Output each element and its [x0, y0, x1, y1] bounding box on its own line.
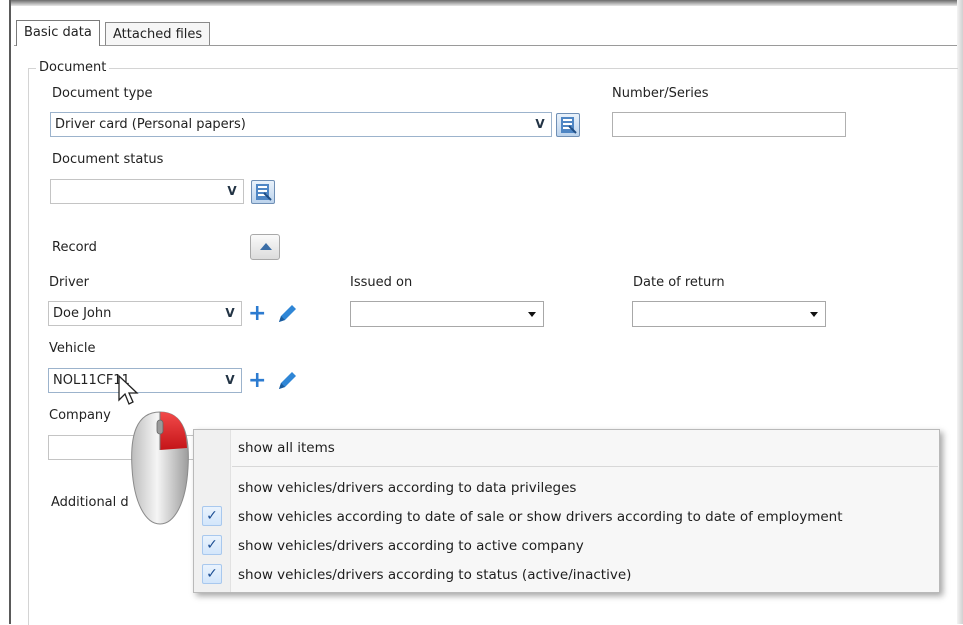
date-of-return-combo[interactable]: [632, 301, 826, 327]
number-series-label: Number/Series: [612, 86, 709, 101]
company-label: Company: [49, 408, 111, 423]
document-type-value: Driver card (Personal papers): [55, 117, 246, 132]
check-icon: ✓: [202, 564, 222, 584]
document-type-book-icon[interactable]: [556, 113, 580, 137]
vehicle-dropdown-button[interactable]: V: [221, 371, 239, 390]
document-status-dropdown-button[interactable]: V: [223, 182, 241, 201]
driver-combo[interactable]: Doe John V: [48, 301, 242, 326]
menu-item-data-privileges[interactable]: show vehicles/drivers according to data …: [238, 480, 576, 496]
record-label: Record: [52, 240, 97, 255]
document-status-combo[interactable]: V: [50, 179, 244, 204]
issued-on-dropdown-arrow-icon[interactable]: [528, 312, 536, 317]
window-left-border: [9, 0, 11, 624]
date-of-return-label: Date of return: [633, 275, 725, 290]
window-top-border: [9, 0, 963, 6]
menu-item-status-active-inactive[interactable]: show vehicles/drivers according to statu…: [238, 567, 631, 583]
additional-data-label: Additional d: [51, 495, 129, 510]
tab-attached-files[interactable]: Attached files: [105, 22, 211, 46]
record-collapse-button[interactable]: [250, 234, 280, 260]
driver-add-icon[interactable]: +: [248, 303, 266, 325]
check-icon: ✓: [202, 535, 222, 555]
document-status-book-icon[interactable]: [251, 180, 275, 204]
mouse-right-click-icon: [126, 408, 194, 532]
filter-context-menu: show all items show vehicles/drivers acc…: [193, 429, 940, 593]
menu-separator: [232, 466, 938, 467]
triangle-up-icon: [260, 243, 272, 250]
number-series-input[interactable]: [612, 112, 846, 137]
mouse-cursor-icon: [117, 374, 139, 412]
document-type-label: Document type: [52, 86, 153, 101]
menu-item-date-of-sale-employment[interactable]: show vehicles according to date of sale …: [238, 509, 843, 525]
document-status-label: Document status: [52, 152, 164, 167]
document-group-title: Document: [36, 60, 110, 75]
date-of-return-dropdown-arrow-icon[interactable]: [810, 312, 818, 317]
tab-basic-data[interactable]: Basic data: [16, 20, 100, 46]
issued-on-label: Issued on: [350, 275, 413, 290]
driver-dropdown-button[interactable]: V: [221, 304, 239, 323]
issued-on-combo[interactable]: [350, 301, 544, 327]
vehicle-label: Vehicle: [49, 341, 96, 356]
tab-strip-divider: [14, 45, 957, 46]
driver-edit-pencil-icon[interactable]: [275, 302, 299, 330]
vehicle-combo[interactable]: NOL11CF11 V: [48, 368, 242, 393]
vehicle-edit-pencil-icon[interactable]: [275, 369, 299, 397]
driver-label: Driver: [49, 275, 90, 290]
vehicle-add-icon[interactable]: +: [248, 370, 266, 392]
menu-item-active-company[interactable]: show vehicles/drivers according to activ…: [238, 538, 584, 554]
menu-item-show-all-items[interactable]: show all items: [238, 440, 335, 456]
check-icon: ✓: [202, 506, 222, 526]
document-type-dropdown-button[interactable]: V: [531, 115, 549, 134]
driver-value: Doe John: [53, 306, 112, 321]
document-type-combo[interactable]: Driver card (Personal papers) V: [50, 112, 552, 137]
